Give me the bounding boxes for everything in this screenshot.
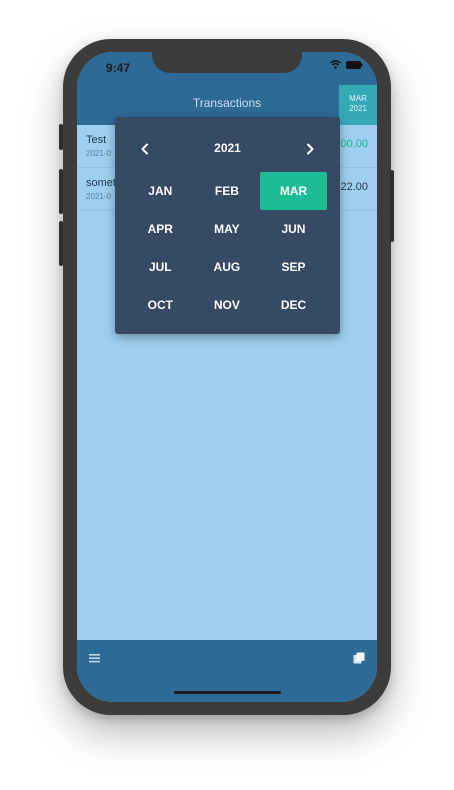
page-title: Transactions	[192, 96, 262, 110]
bottom-toolbar	[77, 640, 377, 702]
header: 9:47 ···· Transactions MAR 2021	[77, 52, 377, 125]
month-jul[interactable]: JUL	[127, 248, 194, 286]
month-nov[interactable]: NOV	[194, 286, 261, 324]
month-jun[interactable]: JUN	[260, 210, 327, 248]
transaction-date: 2021-0	[86, 149, 111, 158]
month-may[interactable]: MAY	[194, 210, 261, 248]
copy-icon[interactable]	[353, 652, 365, 664]
notch	[152, 52, 302, 73]
status-time: 9:47	[106, 61, 131, 75]
wifi-icon	[330, 60, 341, 69]
month-selector-chip[interactable]: MAR 2021	[339, 85, 377, 125]
volume-up-button	[59, 169, 63, 214]
month-aug[interactable]: AUG	[194, 248, 261, 286]
power-button	[390, 170, 394, 242]
month-apr[interactable]: APR	[127, 210, 194, 248]
transaction-date: 2021-0	[86, 192, 111, 201]
transaction-name: somet	[86, 177, 116, 189]
battery-icon	[346, 60, 363, 69]
signal-icon: ····	[310, 60, 325, 69]
next-year-button[interactable]	[298, 137, 322, 161]
chevron-right-icon	[307, 143, 314, 155]
month-mar-selected[interactable]: MAR	[260, 172, 327, 210]
menu-icon[interactable]	[89, 653, 100, 663]
mute-switch	[59, 124, 63, 150]
app-screen: 9:47 ···· Transactions MAR 2021 Test 202…	[77, 52, 377, 702]
month-dec[interactable]: DEC	[260, 286, 327, 324]
month-jan[interactable]: JAN	[127, 172, 194, 210]
month-picker-popup: 2021 JAN FEB MAR APR MAY JUN JUL AUG SEP…	[115, 117, 340, 334]
transaction-amount: 22.00	[340, 181, 368, 193]
chip-month: MAR	[349, 94, 367, 103]
status-icons: ····	[310, 60, 363, 69]
volume-down-button	[59, 221, 63, 266]
home-indicator	[174, 691, 281, 694]
transaction-name: Test	[86, 134, 107, 146]
month-oct[interactable]: OCT	[127, 286, 194, 324]
chip-year: 2021	[349, 104, 367, 113]
month-feb[interactable]: FEB	[194, 172, 261, 210]
month-grid: JAN FEB MAR APR MAY JUN JUL AUG SEP OCT …	[127, 172, 327, 324]
transaction-amount: 00.00	[340, 138, 368, 150]
month-sep[interactable]: SEP	[260, 248, 327, 286]
